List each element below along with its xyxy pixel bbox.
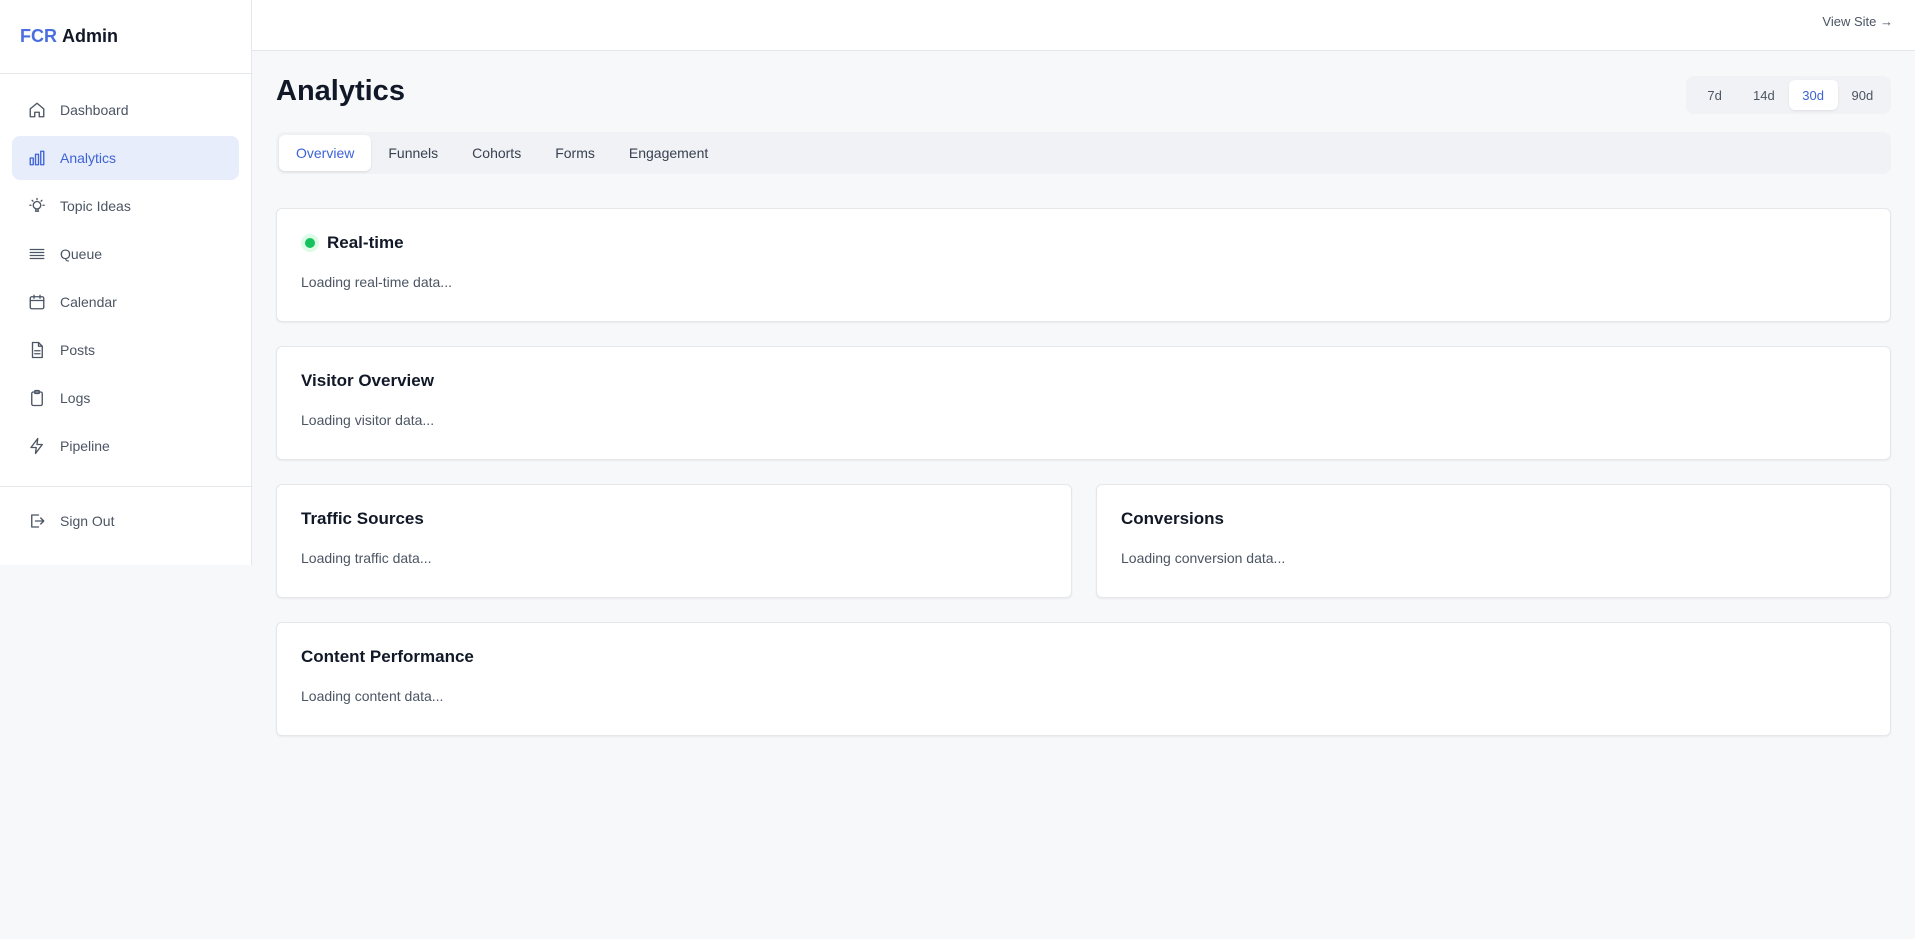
sidebar-item-calendar[interactable]: Calendar <box>12 280 239 324</box>
realtime-loading-text: Loading real-time data... <box>301 274 452 290</box>
view-site-link[interactable]: View Site → <box>1822 14 1893 29</box>
content-performance-title: Content Performance <box>301 647 474 666</box>
tab-cohorts[interactable]: Cohorts <box>455 135 538 171</box>
range-14d-button[interactable]: 14d <box>1739 80 1788 110</box>
home-icon <box>28 101 46 119</box>
traffic-loading-text: Loading traffic data... <box>301 550 432 566</box>
sidebar-item-topic-ideas[interactable]: Topic Ideas <box>12 184 239 228</box>
lightbulb-icon <box>28 197 46 215</box>
realtime-card: Real-time Loading real-time data... <box>276 208 1891 322</box>
brand-name: Admin <box>62 26 118 46</box>
brand-logo[interactable]: FCR Admin <box>0 0 251 74</box>
sidebar-item-label: Dashboard <box>60 102 129 118</box>
sidebar-item-label: Queue <box>60 246 103 262</box>
sidebar-item-dashboard[interactable]: Dashboard <box>12 88 239 132</box>
visitor-loading-text: Loading visitor data... <box>301 412 435 428</box>
realtime-card-title: Real-time <box>327 233 404 252</box>
analytics-tabs: Overview Funnels Cohorts Forms Engagemen… <box>276 132 1891 174</box>
visitor-overview-card: Visitor Overview Loading visitor data... <box>276 346 1891 460</box>
sign-out-label: Sign Out <box>60 513 115 529</box>
sign-out-icon <box>28 512 46 530</box>
tab-engagement[interactable]: Engagement <box>612 135 725 171</box>
sidebar-item-label: Pipeline <box>60 438 110 454</box>
realtime-card-header: Real-time <box>301 233 404 253</box>
tab-forms[interactable]: Forms <box>538 135 612 171</box>
traffic-sources-title: Traffic Sources <box>301 509 424 528</box>
conversions-title: Conversions <box>1121 509 1224 528</box>
bar-chart-icon <box>28 149 46 167</box>
conversions-loading-text: Loading conversion data... <box>1121 550 1286 566</box>
range-7d-button[interactable]: 7d <box>1690 80 1739 110</box>
conversions-card: Conversions Loading conversion data... <box>1096 484 1891 598</box>
page-title: Analytics <box>276 75 405 107</box>
sidebar-item-label: Posts <box>60 342 96 358</box>
sidebar-item-label: Analytics <box>60 150 117 166</box>
visitor-overview-title: Visitor Overview <box>301 371 434 390</box>
sidebar-item-logs[interactable]: Logs <box>12 376 239 420</box>
sidebar: FCR Admin Dashboard Analytics Topic Idea… <box>0 0 252 565</box>
tab-overview[interactable]: Overview <box>279 135 372 171</box>
sidebar-nav: Dashboard Analytics Topic Ideas Queue Ca… <box>0 74 251 487</box>
sidebar-item-label: Calendar <box>60 294 117 310</box>
tab-funnels[interactable]: Funnels <box>371 135 455 171</box>
sidebar-item-analytics[interactable]: Analytics <box>12 136 239 180</box>
list-icon <box>28 245 46 263</box>
lightning-icon <box>28 437 46 455</box>
sidebar-footer: Sign Out <box>0 487 251 543</box>
sidebar-item-label: Topic Ideas <box>60 198 131 214</box>
live-status-icon <box>301 234 319 252</box>
traffic-sources-card: Traffic Sources Loading traffic data... <box>276 484 1072 598</box>
sidebar-item-pipeline[interactable]: Pipeline <box>12 424 239 468</box>
clipboard-icon <box>28 389 46 407</box>
sign-out-button[interactable]: Sign Out <box>12 499 239 543</box>
sidebar-item-label: Logs <box>60 390 91 406</box>
topbar: View Site → <box>252 0 1915 51</box>
sidebar-item-posts[interactable]: Posts <box>12 328 239 372</box>
range-90d-button[interactable]: 90d <box>1838 80 1887 110</box>
sidebar-item-queue[interactable]: Queue <box>12 232 239 276</box>
range-30d-button[interactable]: 30d <box>1788 80 1838 110</box>
content-performance-card: Content Performance Loading content data… <box>276 622 1891 736</box>
calendar-icon <box>28 293 46 311</box>
content-loading-text: Loading content data... <box>301 688 444 704</box>
brand-accent: FCR <box>20 26 57 46</box>
date-range-selector: 7d 14d 30d 90d <box>1686 76 1891 114</box>
document-icon <box>28 341 46 359</box>
